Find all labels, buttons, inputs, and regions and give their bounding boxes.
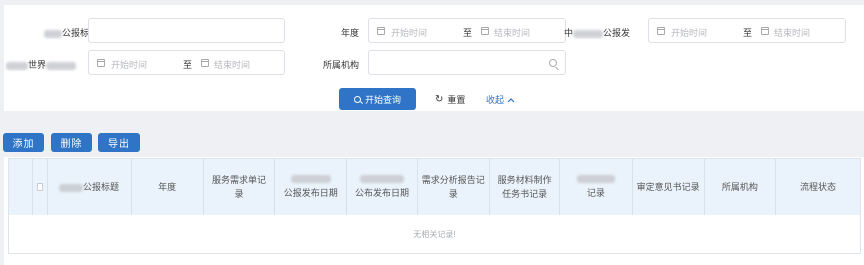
column-header[interactable]: 需求分析报告记录 — [418, 159, 490, 215]
row-number-column — [9, 159, 33, 215]
column-header[interactable]: 服务需求单记录 — [204, 159, 276, 215]
redacted-text — [573, 29, 604, 38]
delete-button[interactable]: 删除 — [51, 133, 92, 152]
range-separator: 至 — [183, 60, 193, 70]
column-header[interactable]: 流程状态 — [776, 159, 860, 215]
data-table: 公报标题 年度 服务需求单记录 公报发布日期 公布发布日期 需求分析报告记录 服… — [8, 158, 861, 254]
redacted-text — [576, 174, 615, 183]
search-icon — [549, 59, 557, 67]
range-separator: 至 — [463, 28, 473, 38]
world-start-placeholder: 开始时间 — [111, 60, 148, 70]
column-header[interactable]: 所属机构 — [705, 159, 777, 215]
redacted-text — [46, 61, 77, 70]
calendar-icon — [481, 27, 489, 35]
export-button[interactable]: 导出 — [98, 133, 140, 152]
table-header: 公报标题 年度 服务需求单记录 公报发布日期 公布发布日期 需求分析报告记录 服… — [9, 159, 860, 215]
calendar-icon — [377, 27, 385, 35]
redacted-text — [59, 183, 84, 192]
calendar-icon — [657, 27, 665, 35]
search-icon — [353, 95, 361, 103]
year-date-range[interactable]: 开始时间 至 结束时间 — [368, 18, 566, 43]
year-start-placeholder: 开始时间 — [391, 28, 428, 38]
world-end-placeholder: 结束时间 — [214, 60, 251, 70]
search-panel: 公报标题 年度 开始时间 至 结束时间 中公报发 开始时间 至 结束时间 世界 … — [4, 5, 864, 111]
publish-date-label: 中公报发 — [564, 28, 631, 38]
reset-button[interactable]: ↻ 重置 — [435, 93, 465, 106]
column-header[interactable]: 公报发布日期 — [275, 159, 348, 215]
redacted-text — [6, 61, 28, 70]
publish-date-range[interactable]: 开始时间 至 结束时间 — [648, 18, 846, 43]
year-end-placeholder: 结束时间 — [494, 28, 531, 38]
collapse-button-label: 收起 — [486, 95, 505, 105]
org-select[interactable] — [368, 50, 566, 75]
add-button[interactable]: 添加 — [3, 133, 44, 152]
publish-start-placeholder: 开始时间 — [671, 28, 708, 38]
column-header[interactable]: 审定意见书记录 — [633, 159, 705, 215]
collapse-button[interactable]: 收起 — [486, 93, 515, 106]
search-button-label: 开始查询 — [364, 94, 401, 105]
calendar-icon — [97, 59, 105, 67]
org-label: 所属机构 — [323, 60, 360, 70]
column-header[interactable]: 服务材料制作任务书记录 — [490, 159, 561, 215]
reset-button-label: 重置 — [447, 95, 466, 105]
publish-end-placeholder: 结束时间 — [774, 28, 811, 38]
column-header[interactable]: 年度 — [132, 159, 204, 215]
redacted-text — [360, 174, 405, 183]
title-input[interactable] — [88, 18, 285, 43]
range-separator: 至 — [743, 28, 753, 38]
chevron-up-icon — [507, 97, 515, 102]
table-panel: 公报标题 年度 服务需求单记录 公报发布日期 公布发布日期 需求分析报告记录 服… — [4, 157, 864, 265]
select-all-checkbox[interactable] — [36, 183, 43, 191]
search-button[interactable]: 开始查询 — [339, 88, 416, 110]
world-label: 世界 — [6, 58, 77, 71]
calendar-icon — [201, 59, 209, 67]
year-label: 年度 — [341, 28, 360, 38]
column-header[interactable]: 公报标题 — [48, 159, 132, 215]
column-header[interactable]: 公布发布日期 — [347, 159, 418, 215]
column-header[interactable]: 记录 — [560, 159, 633, 215]
select-all-column — [33, 159, 48, 215]
empty-message: 无相关记录! — [413, 229, 456, 239]
redacted-text — [44, 29, 62, 38]
world-date-range[interactable]: 开始时间 至 结束时间 — [88, 50, 285, 75]
redacted-text — [290, 174, 331, 183]
refresh-icon: ↻ — [435, 93, 444, 105]
calendar-icon — [761, 27, 769, 35]
